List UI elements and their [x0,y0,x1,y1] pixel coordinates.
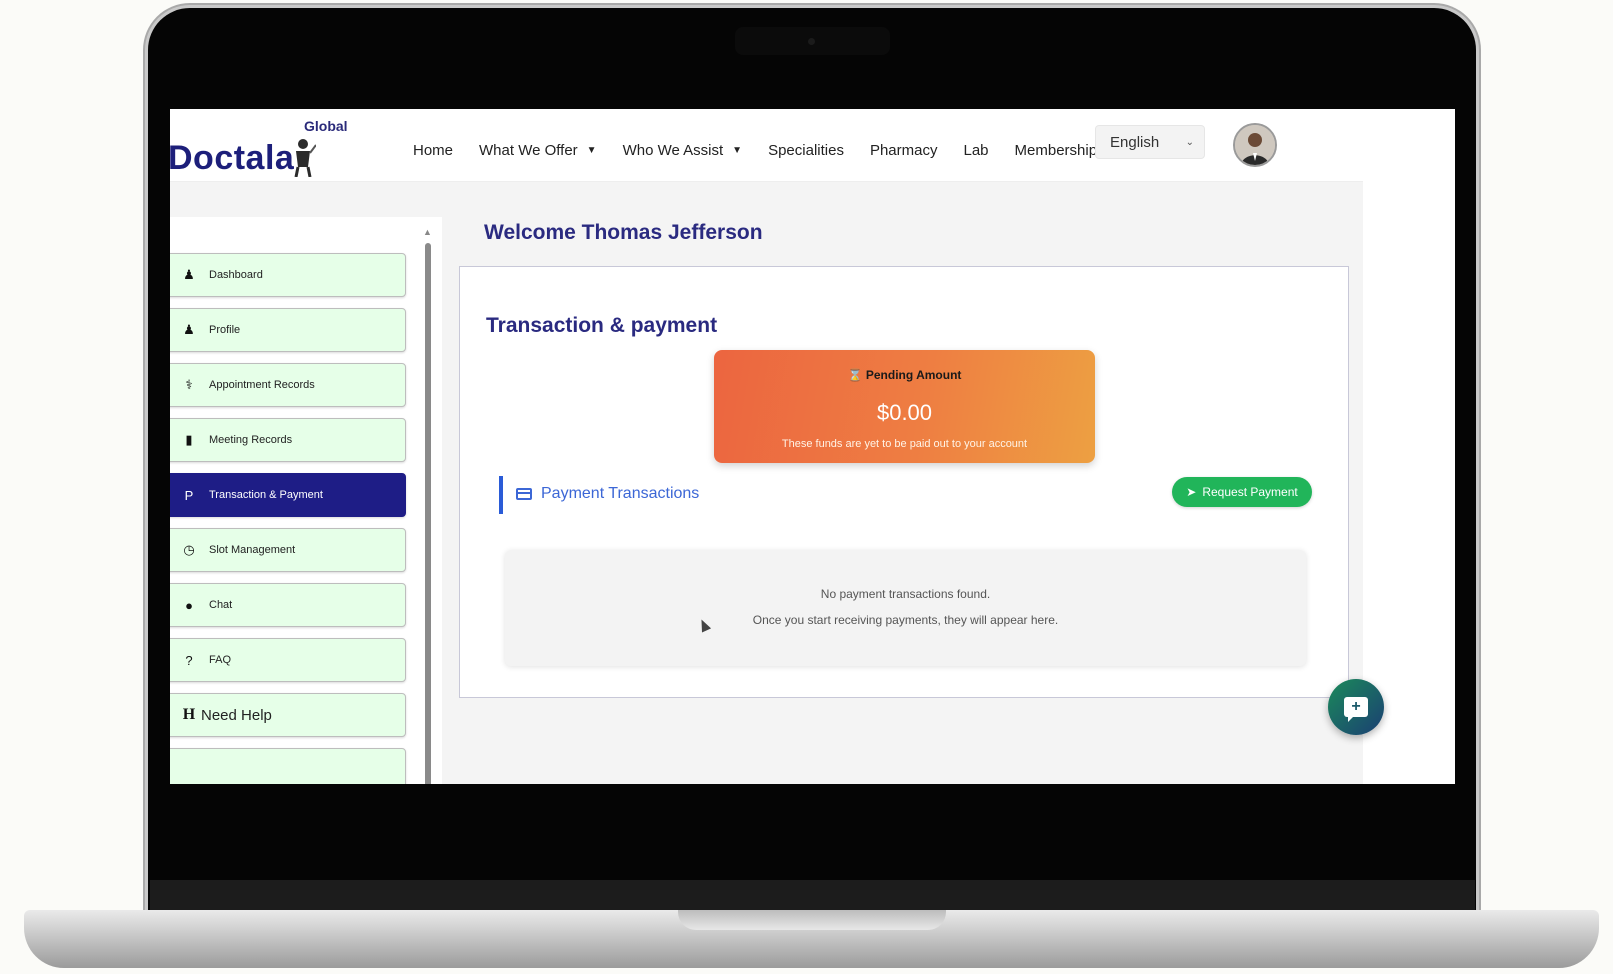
sidebar-item-label: Appointment Records [209,379,315,391]
main-nav: Home What We Offer ▼ Who We Assist ▼ Speciali… [400,135,1110,165]
language-value: English [1110,133,1160,151]
payment-transactions-heading: Payment Transactions [516,485,699,503]
transaction-panel: Transaction & payment ⌛ Pending Amount $… [459,266,1349,698]
nav-item-label: Membership [1014,141,1098,159]
empty-state-subtitle: Once you start receiving payments, they … [752,613,1059,627]
caret-down-icon: ▼ [732,144,743,156]
chat-plus-icon: + [1344,697,1368,722]
nav-item-pharmacy[interactable]: Pharmacy [857,142,951,159]
nav-item-label: What We Offer [479,141,578,159]
sidebar-item-meeting-records[interactable]: ▮ Meeting Records [170,418,406,462]
sidebar-item-label: Need Help [201,706,272,724]
sidebar-item-more[interactable] [170,748,406,784]
pending-label-text: Pending Amount [865,368,962,382]
file-icon: ▮ [185,432,193,447]
caret-down-icon: ▼ [586,144,597,156]
laptop-opening-notch [678,910,946,930]
pending-amount-label: ⌛ Pending Amount [714,368,1095,382]
nav-item-label: Pharmacy [869,141,938,159]
sidebar-item-profile[interactable]: ♟ Profile [170,308,406,352]
user-doctor-icon: ♟ [183,267,195,282]
hourglass-icon: ⌛ [847,368,863,382]
sidebar-item-transaction-payment[interactable]: P Transaction & Payment [170,473,406,517]
sidebar-item-label: Transaction & Payment [209,489,323,501]
sidebar-item-dashboard[interactable]: ♟ Dashboard [170,253,406,297]
paper-plane-icon: ➤ [1186,485,1197,499]
sidebar-item-label: Slot Management [209,544,296,556]
empty-state: No payment transactions found. Once you … [505,550,1306,666]
sidebar-item-label: Dashboard [209,269,263,281]
payment-transactions-title: Payment Transactions [541,485,700,502]
sidebar-item-need-help[interactable]: H Need Help [170,693,406,737]
nav-item-label: Home [413,141,454,159]
logo-wordmark: Doctala [170,139,295,177]
sidebar-item-label: Meeting Records [209,434,293,446]
doctor-mascot-icon [294,139,316,177]
paypal-icon: P [184,487,194,503]
logo-superscript: Global [304,118,348,134]
logo[interactable]: Doctala Global [170,118,358,181]
scroll-up-arrow-icon[interactable]: ▲ [423,227,432,237]
section-accent-bar [499,476,503,514]
nav-item-label: Who We Assist [622,141,724,159]
nav-item-home[interactable]: Home [400,142,466,159]
question-circle-icon: ? [185,652,193,668]
request-payment-label: Request Payment [1202,485,1298,499]
sidebar-item-appointment-records[interactable]: ⚕ Appointment Records [170,363,406,407]
nav-item-who-we-assist[interactable]: Who We Assist ▼ [610,142,756,159]
browser-viewport: Doctala Global Home What We Offer ▼ Who We … [170,109,1455,784]
user-photo-icon [1235,125,1275,165]
nav-item-what-we-offer[interactable]: What We Offer ▼ [466,142,610,159]
laptop-hinge [150,880,1475,910]
nav-item-label: Specialities [768,141,844,159]
sidebar-item-slot-management[interactable]: ◷ Slot Management [170,528,406,572]
request-payment-button[interactable]: ➤ Request Payment [1172,477,1312,507]
h-icon: H [182,706,196,723]
language-select[interactable]: English ⌄ [1095,125,1205,159]
user-doctor-icon: ♟ [183,322,195,337]
sidebar: ▲ ♟ Dashboard ♟ Profile ⚕ Appointment Records… [170,217,442,784]
welcome-heading: Welcome Thomas Jefferson [484,221,763,244]
scrollbar-thumb[interactable] [425,243,431,784]
pending-amount-value: $0.00 [876,400,933,425]
empty-state-title: No payment transactions found. [820,587,991,601]
chevron-down-icon: ⌄ [1185,136,1194,148]
sidebar-item-faq[interactable]: ? FAQ [170,638,406,682]
nav-item-label: Lab [963,141,989,159]
sidebar-item-label: Chat [209,599,233,611]
nav-item-membership[interactable]: Membership [1002,142,1111,159]
sidebar-item-label: Profile [209,324,241,336]
sidebar-item-chat[interactable]: ● Chat [170,583,406,627]
credit-card-icon [516,488,532,500]
pending-amount-card: ⌛ Pending Amount $0.00 These funds are y… [714,350,1095,463]
sidebar-scrollbar[interactable]: ▲ [423,227,432,784]
chat-support-button[interactable]: + [1328,679,1384,735]
comments-icon: ● [185,597,193,613]
avatar[interactable] [1233,123,1277,167]
nav-item-lab[interactable]: Lab [950,142,1001,159]
nav-item-specialities[interactable]: Specialities [755,142,857,159]
pending-amount-note: These funds are yet to be paid out to yo… [781,438,1028,450]
sidebar-item-label: FAQ [209,654,232,666]
camera-icon [808,38,815,45]
clock-icon: ◷ [183,542,195,557]
section-title: Transaction & payment [486,314,718,337]
site-header: Doctala Global Home What We Offer ▼ Who We … [170,109,1455,182]
stethoscope-icon: ⚕ [185,377,193,392]
